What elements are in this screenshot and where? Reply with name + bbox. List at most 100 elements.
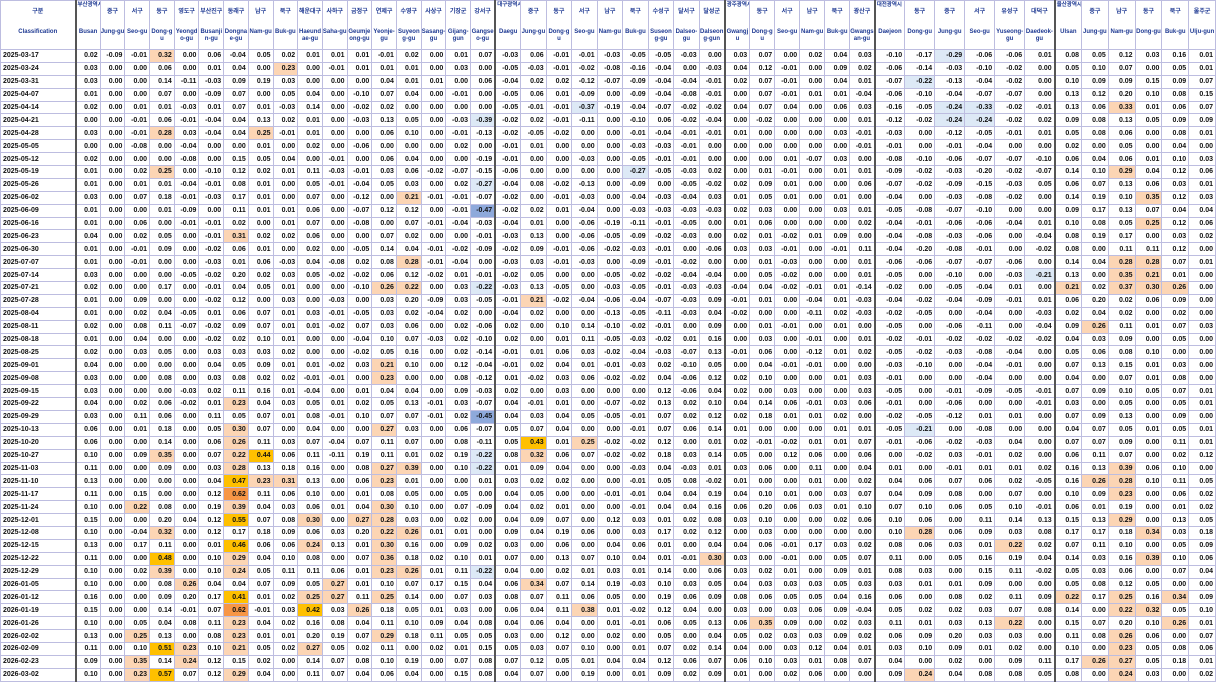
value-cell: 0.01 <box>824 165 851 179</box>
value-cell: 0.06 <box>647 616 675 631</box>
value-cell: 0.16 <box>297 461 323 476</box>
value-cell: 0.05 <box>371 397 397 411</box>
row-date: 2025-08-18 <box>0 332 76 347</box>
value-cell: 0.13 <box>1107 177 1136 192</box>
value-cell: -0.01 <box>774 61 801 76</box>
column-header-busan-busan: 부산광역시Busan <box>74 0 101 50</box>
value-cell: 0.00 <box>1080 603 1109 618</box>
value-cell: 0.01 <box>1188 126 1216 141</box>
value-cell: 0.03 <box>1161 525 1190 540</box>
value-cell: -0.01 <box>198 281 225 295</box>
value-cell: 0.02 <box>272 641 299 656</box>
value-cell: 0.11 <box>1107 242 1136 257</box>
value-cell: 0.39 <box>1107 461 1136 476</box>
value-cell: 0.00 <box>824 332 851 347</box>
value-cell: -0.07 <box>647 293 675 308</box>
value-cell: -0.03 <box>934 229 966 244</box>
value-cell: 0.02 <box>520 474 547 489</box>
value-cell: 0.01 <box>272 384 299 399</box>
value-cell: 0.01 <box>272 358 299 373</box>
value-cell: 0.16 <box>1053 461 1082 476</box>
value-cell: -0.03 <box>673 293 700 308</box>
value-cell: 0.19 <box>647 590 675 605</box>
value-cell: 0.18 <box>1188 525 1216 540</box>
value-cell: 0.35 <box>124 654 151 669</box>
value-cell: 0.17 <box>124 538 151 553</box>
value-cell: 0.12 <box>698 525 726 540</box>
value-cell: -0.04 <box>420 306 447 321</box>
value-cell: 0.09 <box>1161 293 1190 308</box>
value-cell: 0.13 <box>698 616 726 631</box>
value-cell: 0.09 <box>520 461 547 476</box>
value-cell: 0.01 <box>297 126 323 141</box>
value-cell: 0.00 <box>99 306 126 321</box>
value-cell: 0.01 <box>647 538 675 553</box>
column-header-daegu-dalseonggun: 달성군 Dalseong-gun <box>698 0 726 50</box>
value-cell: 0.01 <box>74 87 101 102</box>
value-cell: 0.00 <box>723 113 751 128</box>
value-cell: 0.08 <box>272 513 299 527</box>
value-cell: 0.11 <box>994 590 1026 605</box>
value-cell: 0.03 <box>849 616 876 631</box>
value-cell: -0.01 <box>723 293 751 308</box>
value-cell: -0.03 <box>647 203 675 218</box>
value-cell: 0.16 <box>247 384 274 399</box>
value-cell: 0.05 <box>749 268 776 283</box>
value-cell: 0.00 <box>321 216 348 231</box>
value-cell: 0.04 <box>873 654 906 669</box>
value-cell: 0.19 <box>1080 229 1109 244</box>
value-cell: 0.04 <box>723 61 751 76</box>
value-cell: 0.01 <box>321 49 348 63</box>
value-cell: 0.09 <box>520 242 547 257</box>
table-row: 2025-07-21 0.02 0.00 0.00 0.17 0.00 -0.01 0.04 0… <box>0 281 1216 295</box>
value-cell: 0.00 <box>799 487 826 502</box>
value-cell: -0.11 <box>964 319 996 334</box>
value-cell: -0.02 <box>596 345 624 360</box>
row-date: 2026-01-26 <box>0 616 76 631</box>
value-cell: 0.00 <box>1024 87 1056 102</box>
value-cell: 0.03 <box>198 345 225 360</box>
value-cell: 0.01 <box>247 100 274 115</box>
value-cell: 0.12 <box>198 513 225 527</box>
value-cell: 0.02 <box>673 397 700 411</box>
value-cell: -0.02 <box>647 229 675 244</box>
value-cell: 0.30 <box>223 422 249 437</box>
value-cell: -0.04 <box>321 435 348 450</box>
value-cell: 0.00 <box>1161 629 1190 643</box>
value-cell: 0.05 <box>723 448 751 463</box>
value-cell: 0.18 <box>371 603 397 618</box>
row-date: 2026-02-09 <box>0 641 76 656</box>
value-cell: 0.00 <box>470 139 496 154</box>
value-cell: 0.04 <box>723 487 751 502</box>
value-cell: 0.01 <box>1161 268 1190 283</box>
value-cell: 0.00 <box>395 100 422 115</box>
value-cell: 0.07 <box>571 551 598 566</box>
value-cell: 0.06 <box>1053 448 1082 463</box>
value-cell: 0.00 <box>99 332 126 347</box>
value-cell: 0.30 <box>297 513 323 527</box>
value-cell: 0.00 <box>723 358 751 373</box>
value-cell: 0.06 <box>74 435 101 450</box>
value-cell: 0.00 <box>99 435 126 450</box>
value-cell: 0.08 <box>964 667 996 682</box>
value-cell: 0.03 <box>1161 177 1190 192</box>
value-cell: 0.02 <box>494 332 522 347</box>
column-header-ko: 강서구 <box>474 9 491 15</box>
value-cell: 0.05 <box>494 422 522 437</box>
value-cell: -0.12 <box>934 409 966 424</box>
value-cell: -0.02 <box>622 319 649 334</box>
value-cell: 0.00 <box>395 371 422 386</box>
value-cell: -0.03 <box>647 190 675 205</box>
value-cell: -0.01 <box>873 397 906 411</box>
value-cell: 0.04 <box>647 461 675 476</box>
value-cell: 0.00 <box>596 667 624 682</box>
value-cell: 0.08 <box>149 500 175 515</box>
value-cell: -0.03 <box>494 255 522 270</box>
value-cell: 0.00 <box>596 461 624 476</box>
value-cell: 0.00 <box>1080 242 1109 257</box>
value-cell: 0.02 <box>520 203 547 218</box>
value-cell: 0.01 <box>74 203 101 218</box>
value-cell: -0.10 <box>964 203 996 218</box>
value-cell: 0.07 <box>297 190 323 205</box>
value-cell: 0.01 <box>494 371 522 386</box>
